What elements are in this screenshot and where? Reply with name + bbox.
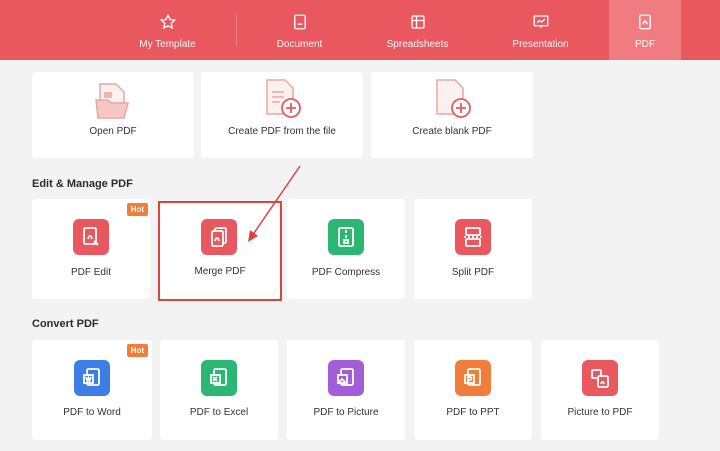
hot-badge: Hot	[126, 203, 148, 216]
card-label: PDF Compress	[311, 267, 381, 278]
card-label: PDF to Excel	[189, 407, 249, 418]
card-label: Merge PDF	[194, 266, 246, 277]
section-title-convert: Convert PDF	[32, 318, 99, 330]
merge-pdf-icon	[201, 219, 237, 255]
tab-label: Presentation	[512, 38, 569, 50]
card-label: PDF to Word	[63, 407, 121, 418]
open-pdf-card[interactable]: Open PDF	[32, 72, 194, 158]
card-label: PDF Edit	[70, 267, 111, 278]
word-icon	[74, 360, 110, 396]
pdf-to-word-card[interactable]: Hot PDF to Word	[32, 340, 152, 440]
card-label: PDF to Picture	[313, 407, 379, 418]
card-label: Split PDF	[451, 267, 495, 278]
tab-my-template[interactable]: My Template	[130, 0, 205, 60]
spreadsheet-icon	[407, 11, 429, 33]
card-label: Create blank PDF	[412, 126, 492, 137]
split-pdf-card[interactable]: Split PDF	[414, 199, 532, 299]
tab-document[interactable]: Document	[262, 0, 337, 60]
hot-badge: Hot	[126, 344, 148, 357]
divider	[236, 14, 237, 46]
open-folder-icon	[95, 83, 129, 119]
tab-label: Spreadsheets	[386, 38, 449, 50]
pdf-edit-icon	[73, 219, 109, 255]
tab-label: My Template	[139, 38, 196, 50]
tab-presentation[interactable]: Presentation	[503, 0, 578, 60]
document-icon	[289, 11, 311, 33]
picture-to-pdf-icon	[582, 360, 618, 396]
tab-pdf[interactable]: PDF	[609, 0, 681, 60]
create-pdf-from-file-card[interactable]: Create PDF from the file	[201, 72, 363, 158]
tab-label: PDF	[635, 38, 655, 50]
presentation-icon	[530, 11, 552, 33]
compress-icon	[328, 219, 364, 255]
pdf-icon	[634, 11, 656, 33]
picture-icon	[328, 360, 364, 396]
pdf-to-ppt-card[interactable]: PDF to PPT	[414, 340, 532, 440]
tab-spreadsheets[interactable]: Spreadsheets	[380, 0, 455, 60]
picture-to-pdf-card[interactable]: Picture to PDF	[541, 340, 659, 440]
split-icon	[455, 219, 491, 255]
top-navigation-bar: My Template Document Spreadsheets Presen…	[0, 0, 720, 60]
create-blank-icon	[436, 79, 471, 118]
create-from-file-icon	[266, 79, 301, 118]
card-label: Picture to PDF	[567, 407, 633, 418]
merge-pdf-card[interactable]: Merge PDF	[160, 203, 280, 299]
star-icon	[157, 11, 179, 33]
card-label: Open PDF	[89, 126, 137, 137]
tab-label: Document	[276, 38, 323, 50]
pdf-edit-card[interactable]: Hot PDF Edit	[32, 199, 150, 299]
pdf-compress-card[interactable]: PDF Compress	[287, 199, 405, 299]
section-title-edit-manage: Edit & Manage PDF	[32, 178, 133, 190]
ppt-icon	[455, 360, 491, 396]
card-label: Create PDF from the file	[228, 126, 336, 137]
card-label: PDF to PPT	[446, 407, 500, 418]
pdf-to-picture-card[interactable]: PDF to Picture	[287, 340, 405, 440]
create-blank-pdf-card[interactable]: Create blank PDF	[371, 72, 533, 158]
pdf-to-excel-card[interactable]: PDF to Excel	[160, 340, 278, 440]
excel-icon	[201, 360, 237, 396]
